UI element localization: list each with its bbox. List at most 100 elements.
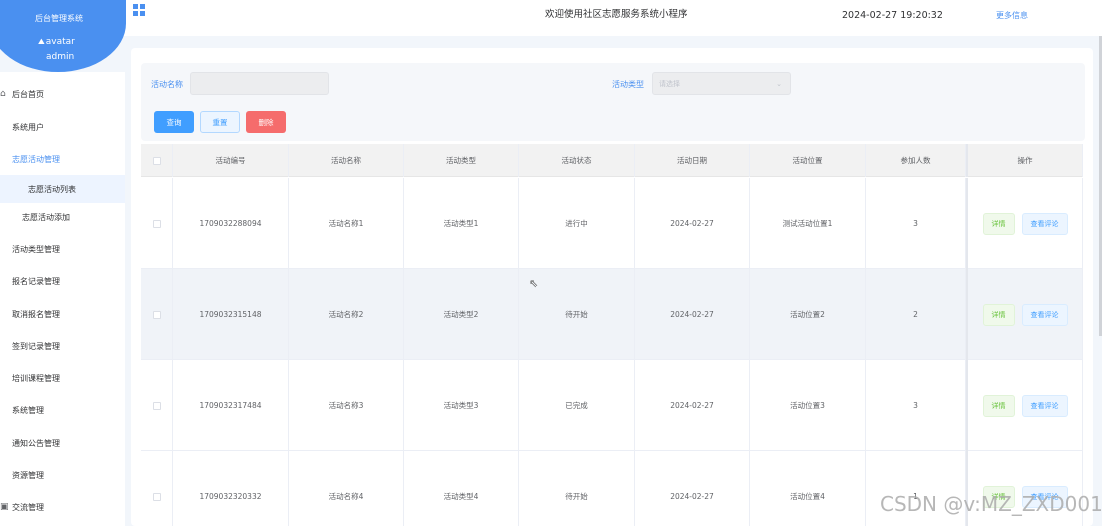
home-icon: ⌂ xyxy=(0,89,6,99)
sidebar-item-signup-records[interactable]: 报名记录管理 xyxy=(0,267,125,295)
select-placeholder: 请选择 xyxy=(659,79,680,88)
view-comments-button[interactable]: 查看评论 xyxy=(1021,394,1068,417)
sidebar-item-system-users[interactable]: 系统用户 xyxy=(0,113,125,141)
column-header-type[interactable]: 活动类型 xyxy=(404,144,519,177)
column-header-status[interactable]: 活动状态 xyxy=(519,144,635,177)
sidebar-item-label: 志愿活动管理 xyxy=(12,154,60,164)
cell-type: 活动类型3 xyxy=(404,360,519,451)
top-header: 后台管理系统 ⛰ avatar admin 欢迎使用社区志愿服务系统小程序 20… xyxy=(0,0,1102,72)
select-all-cell xyxy=(141,144,173,177)
cell-date: 2024-02-27 xyxy=(635,178,750,269)
cell-name: 活动名称3 xyxy=(289,360,404,451)
main-panel: 活动名称 活动类型 请选择 ⌄ 查询 重置 删除 活动编号 活动名称 活动类型 … xyxy=(131,48,1093,526)
cell-id: 1709032315148 xyxy=(173,269,289,360)
reset-button[interactable]: 重置 xyxy=(200,111,240,133)
cell-actions: 详情 查看评论 xyxy=(966,269,1083,360)
sidebar-item-exchange[interactable]: ▣ 交流管理 xyxy=(0,493,125,521)
sidebar-item-label: 交流管理 xyxy=(12,502,44,512)
sidebar-item-volunteer-activity[interactable]: 志愿活动管理 xyxy=(0,145,125,173)
cell-id: 1709032320332 xyxy=(173,451,289,526)
column-header-actions: 操作 xyxy=(966,144,1083,177)
cell-count: 3 xyxy=(866,178,966,269)
sidebar-item-label: 后台首页 xyxy=(12,89,44,99)
sidebar-item-activity-add[interactable]: 志愿活动添加 xyxy=(0,203,125,231)
filter-bar: 活动名称 活动类型 请选择 ⌄ 查询 重置 删除 xyxy=(141,63,1085,141)
admin-username: admin xyxy=(46,52,75,62)
row-checkbox[interactable] xyxy=(152,219,161,228)
row-checkbox[interactable] xyxy=(152,401,161,410)
column-header-location[interactable]: 活动位置 xyxy=(750,144,866,177)
sidebar-item-label: 通知公告管理 xyxy=(12,438,60,448)
cell-count: 3 xyxy=(866,360,966,451)
row-select-cell xyxy=(141,178,173,269)
menu-grid-icon[interactable] xyxy=(133,4,145,16)
view-comments-button[interactable]: 查看评论 xyxy=(1021,303,1068,326)
sidebar-item-cancel-signup[interactable]: 取消报名管理 xyxy=(0,300,125,328)
detail-button[interactable]: 详情 xyxy=(982,303,1015,326)
sidebar-item-label: 系统用户 xyxy=(12,122,44,132)
column-header-date[interactable]: 活动日期 xyxy=(635,144,750,177)
select-all-checkbox[interactable] xyxy=(152,156,161,165)
delete-button[interactable]: 删除 xyxy=(246,111,286,133)
cell-name: 活动名称4 xyxy=(289,451,404,526)
activity-type-select[interactable]: 请选择 ⌄ xyxy=(652,72,791,95)
chevron-down-icon: ⌄ xyxy=(776,79,782,88)
row-select-cell xyxy=(141,360,173,451)
sidebar-item-activity-list[interactable]: 志愿活动列表 xyxy=(0,175,125,203)
cell-actions: 详情 查看评论 xyxy=(966,360,1083,451)
cell-name: 活动名称1 xyxy=(289,178,404,269)
welcome-title: 欢迎使用社区志愿服务系统小程序 xyxy=(545,9,688,20)
table-row[interactable]: 1709032317484 活动名称3 活动类型3 已完成 2024-02-27… xyxy=(141,360,1083,451)
cell-type: 活动类型2 xyxy=(404,269,519,360)
row-select-cell xyxy=(141,269,173,360)
cell-location: 活动位置2 xyxy=(750,269,866,360)
sidebar: ⌂ 后台首页 系统用户 志愿活动管理 志愿活动列表 志愿活动添加 活动类型管理 … xyxy=(0,72,125,526)
cell-location: 活动位置3 xyxy=(750,360,866,451)
column-header-id[interactable]: 活动编号 xyxy=(173,144,289,177)
activity-table: 活动编号 活动名称 活动类型 活动状态 活动日期 活动位置 参加人数 操作 17… xyxy=(141,144,1083,526)
column-header-count[interactable]: 参加人数 xyxy=(866,144,966,177)
activity-name-label: 活动名称 xyxy=(151,80,183,89)
sidebar-item-label: 系统管理 xyxy=(12,405,44,415)
sidebar-item-training-courses[interactable]: 培训课程管理 xyxy=(0,364,125,392)
sidebar-item-label: 取消报名管理 xyxy=(12,309,60,319)
row-checkbox[interactable] xyxy=(152,492,161,501)
brand-title: 后台管理系统 xyxy=(35,14,83,23)
sidebar-item-label: 签到记录管理 xyxy=(12,341,60,351)
sidebar-item-checkin-records[interactable]: 签到记录管理 xyxy=(0,332,125,360)
sidebar-item-home[interactable]: ⌂ 后台首页 xyxy=(0,80,125,108)
more-info-link[interactable]: 更多信息 xyxy=(996,10,1028,21)
cell-status: 待开始 xyxy=(519,451,635,526)
cell-id: 1709032317484 xyxy=(173,360,289,451)
cell-actions: 详情 查看评论 xyxy=(966,178,1083,269)
sidebar-item-label: 志愿活动列表 xyxy=(28,184,76,194)
watermark: CSDN @v:MZ_ZXD001 xyxy=(880,492,1102,516)
cell-type: 活动类型4 xyxy=(404,451,519,526)
column-header-name[interactable]: 活动名称 xyxy=(289,144,404,177)
search-button[interactable]: 查询 xyxy=(154,111,194,133)
cell-location: 测试活动位置1 xyxy=(750,178,866,269)
sidebar-item-system-management[interactable]: 系统管理 xyxy=(0,396,125,424)
sidebar-item-label: 培训课程管理 xyxy=(12,373,60,383)
sidebar-item-resources[interactable]: 资源管理 xyxy=(0,461,125,489)
current-datetime: 2024-02-27 19:20:32 xyxy=(842,10,943,21)
mouse-pointer-icon: ⇖ xyxy=(529,277,539,290)
table-row[interactable]: 1709032288094 活动名称1 活动类型1 进行中 2024-02-27… xyxy=(141,178,1083,269)
cell-count: 2 xyxy=(866,269,966,360)
sidebar-item-label: 志愿活动添加 xyxy=(22,212,70,222)
detail-button[interactable]: 详情 xyxy=(982,394,1015,417)
view-comments-button[interactable]: 查看评论 xyxy=(1021,212,1068,235)
cell-id: 1709032288094 xyxy=(173,178,289,269)
table-row[interactable]: 1709032315148 活动名称2 活动类型2 待开始 2024-02-27… xyxy=(141,269,1083,360)
sidebar-item-notice[interactable]: 通知公告管理 xyxy=(0,429,125,457)
avatar-alt-text: avatar xyxy=(45,37,75,47)
detail-button[interactable]: 详情 xyxy=(982,212,1015,235)
row-checkbox[interactable] xyxy=(152,310,161,319)
activity-name-input[interactable] xyxy=(190,72,329,95)
cell-type: 活动类型1 xyxy=(404,178,519,269)
avatar[interactable]: ⛰ avatar xyxy=(38,37,75,47)
activity-type-label: 活动类型 xyxy=(612,80,644,89)
chat-icon: ▣ xyxy=(0,502,9,512)
sidebar-item-activity-type[interactable]: 活动类型管理 xyxy=(0,235,125,263)
cell-date: 2024-02-27 xyxy=(635,269,750,360)
